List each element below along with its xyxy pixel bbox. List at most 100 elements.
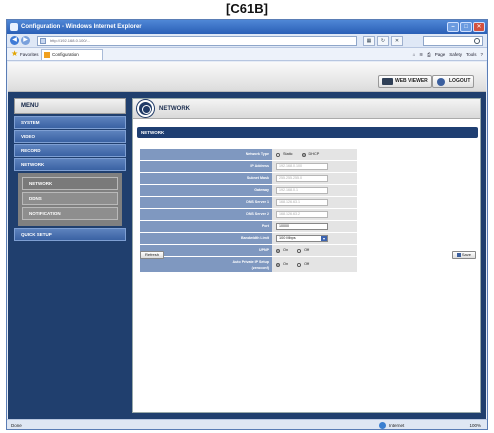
radio-upnp-off[interactable]: [297, 248, 302, 253]
bandwidth-select[interactable]: 100 Mbps ▾: [276, 235, 328, 242]
label-network-type: Network Type: [140, 149, 272, 160]
row-subnet-mask: Subnet Mask 255.255.255.0: [140, 173, 357, 184]
bandwidth-value: 100 Mbps: [279, 236, 296, 240]
panel-header: NETWORK: [133, 99, 480, 119]
home-icon[interactable]: ⌂: [413, 50, 416, 59]
logout-button[interactable]: LOGOUT: [432, 75, 475, 88]
back-arrow-icon[interactable]: ◀: [10, 36, 19, 45]
submenu-item-network[interactable]: NETWORK: [22, 177, 118, 190]
favorites-star-icon[interactable]: ★: [11, 50, 18, 58]
sidebar-menu: SYSTEM VIDEO RECORD NETWORK NETWORK DDNS…: [14, 116, 126, 242]
submenu-item-ddns[interactable]: DDNS: [22, 192, 118, 205]
refresh-button[interactable]: Refresh: [140, 251, 165, 259]
panel-title: NETWORK: [159, 106, 190, 112]
feeds-icon[interactable]: ≋: [419, 50, 423, 59]
ie-icon: [10, 23, 18, 31]
network-icon: [137, 100, 154, 117]
zone-text: Internet: [389, 423, 405, 428]
option-upnp-off: Off: [304, 248, 310, 252]
subnet-mask-field[interactable]: 255.255.255.0: [276, 175, 328, 182]
refresh-icon[interactable]: ↻: [377, 36, 389, 46]
chevron-down-icon[interactable]: ▾: [321, 236, 327, 241]
save-button[interactable]: Save: [451, 251, 476, 259]
address-bar: ◀ ▶ http://192.168.0.100/... ▦ ↻ ✕: [7, 34, 487, 48]
search-icon[interactable]: [474, 38, 480, 44]
label-ip-address: IP Address: [140, 161, 272, 172]
save-icon: [456, 252, 461, 257]
maximize-button[interactable]: □: [460, 22, 472, 32]
radio-auto-ip-off[interactable]: [297, 262, 302, 267]
image-caption: [C61B]: [0, 0, 494, 19]
web-viewer-button[interactable]: WEB VIEWER: [378, 75, 432, 88]
label-auto-private-ip-line1: Auto Private IP Setup: [232, 260, 269, 264]
submenu-item-notification[interactable]: NOTIFICATION: [22, 207, 118, 220]
page-content: WEB VIEWER LOGOUT MENU SYSTEM VIDEO RECO…: [8, 62, 486, 419]
zoom-level[interactable]: 100%: [469, 420, 481, 429]
label-dns1: DNS Server 1: [140, 197, 272, 208]
row-network-type: Network Type Static DHCP: [140, 149, 357, 160]
cmd-page[interactable]: Page: [435, 50, 446, 59]
option-upnp-on: On: [283, 248, 289, 252]
window-title: Configuration - Windows Internet Explore…: [21, 24, 142, 30]
tab-page-icon: [44, 52, 50, 58]
row-bandwidth: Bandwidth Limit 100 Mbps ▾: [140, 233, 357, 244]
label-auto-private-ip: Auto Private IP Setup (zeroconf): [140, 257, 272, 272]
menu-item-system[interactable]: SYSTEM: [14, 116, 126, 129]
save-label: Save: [461, 252, 471, 257]
ip-address-field[interactable]: 192.168.0.100: [276, 163, 328, 170]
cmd-tools[interactable]: Tools: [466, 50, 477, 59]
row-upnp: UPNP On Off: [140, 245, 357, 256]
radio-auto-ip-on[interactable]: [276, 262, 280, 267]
status-text: Done: [11, 423, 22, 428]
print-icon[interactable]: ⎙: [427, 50, 431, 59]
stop-icon[interactable]: ✕: [391, 36, 403, 46]
menu-item-video[interactable]: VIDEO: [14, 130, 126, 143]
label-bandwidth: Bandwidth Limit: [140, 233, 272, 244]
menu-header: MENU: [14, 98, 126, 114]
radio-upnp-on[interactable]: [276, 248, 280, 253]
config-page: MENU SYSTEM VIDEO RECORD NETWORK NETWORK…: [8, 92, 486, 419]
close-button[interactable]: ✕: [473, 22, 485, 32]
cmd-safety[interactable]: Safety: [449, 50, 462, 59]
minimize-button[interactable]: –: [447, 22, 459, 32]
favorites-link[interactable]: Favorites: [20, 50, 39, 59]
label-gateway: Gateway: [140, 185, 272, 196]
globe-icon: [379, 422, 386, 429]
row-gateway: Gateway 192.168.0.1: [140, 185, 357, 196]
search-input[interactable]: [423, 36, 483, 46]
web-viewer-label: WEB VIEWER: [395, 78, 428, 84]
network-form: Network Type Static DHCP IP Address 192.…: [140, 149, 357, 273]
menu-item-quick-setup[interactable]: QUICK SETUP: [14, 228, 126, 241]
url-input[interactable]: http://192.168.0.100/...: [37, 36, 357, 46]
menu-item-record[interactable]: RECORD: [14, 144, 126, 157]
option-static: Static: [283, 152, 293, 156]
gateway-field[interactable]: 192.168.0.1: [276, 187, 328, 194]
option-dhcp: DHCP: [308, 152, 320, 156]
value-network-type: Static DHCP: [272, 149, 357, 160]
dns1-field[interactable]: 168.126.63.1: [276, 199, 328, 206]
network-submenu: NETWORK DDNS NOTIFICATION: [18, 173, 122, 226]
forward-arrow-icon[interactable]: ▶: [21, 36, 30, 45]
title-bar: Configuration - Windows Internet Explore…: [7, 20, 487, 34]
port-field[interactable]: 10000: [276, 223, 328, 230]
tab-label: Configuration: [52, 52, 79, 57]
status-bar: Done Internet 100%: [7, 419, 487, 429]
help-icon[interactable]: ?: [480, 50, 483, 59]
window-controls: – □ ✕: [447, 22, 485, 32]
label-subnet-mask: Subnet Mask: [140, 173, 272, 184]
browser-tab[interactable]: Configuration: [41, 49, 103, 60]
label-dns2: DNS Server 2: [140, 209, 272, 220]
row-auto-private-ip: Auto Private IP Setup (zeroconf) On Off: [140, 257, 357, 272]
radio-static[interactable]: [276, 152, 280, 157]
option-auto-ip-off: Off: [304, 262, 310, 266]
compat-view-icon[interactable]: ▦: [363, 36, 375, 46]
dns2-field[interactable]: 168.126.63.2: [276, 211, 328, 218]
favorites-bar: ★ Favorites Configuration ⌂ ≋ ⎙ Page Saf…: [7, 48, 487, 61]
app-top-bar: WEB VIEWER LOGOUT: [8, 62, 486, 92]
row-port: Port 10000: [140, 221, 357, 232]
monitor-icon: [382, 78, 393, 85]
menu-item-network[interactable]: NETWORK: [14, 158, 126, 171]
radio-dhcp[interactable]: [301, 152, 306, 157]
command-bar: ⌂ ≋ ⎙ Page Safety Tools ?: [413, 50, 483, 59]
label-auto-private-ip-line2: (zeroconf): [251, 266, 269, 270]
